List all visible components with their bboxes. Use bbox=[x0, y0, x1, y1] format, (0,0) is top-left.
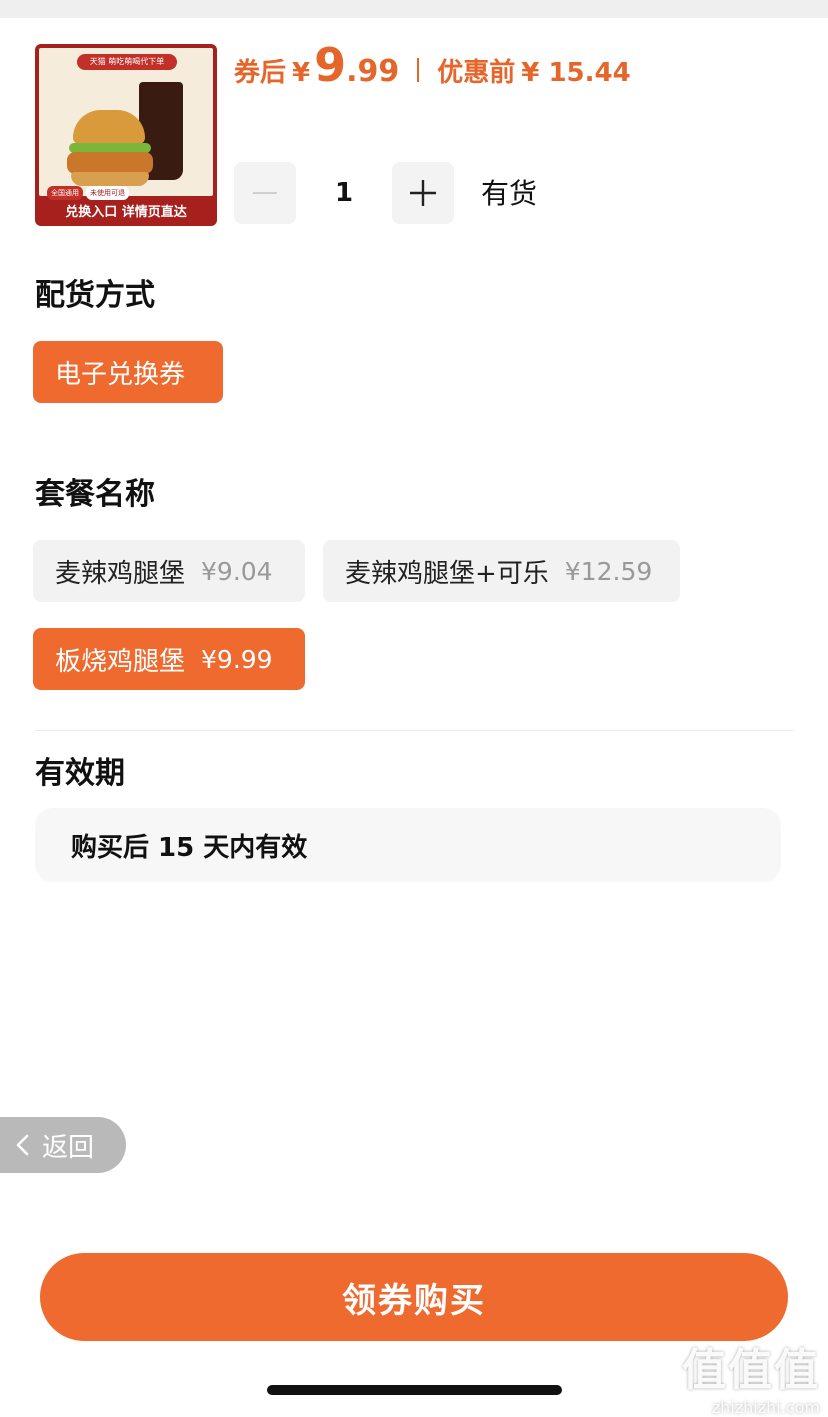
watermark: 值值值 zhizhizhi.com bbox=[670, 1334, 820, 1417]
price-integer: 9 bbox=[314, 38, 347, 92]
package-option-spicy-chicken-cola[interactable]: 麦辣鸡腿堡+可乐 ¥12.59 bbox=[323, 540, 680, 602]
quantity-stepper: 1 bbox=[234, 162, 454, 224]
watermark-url: zhizhizhi.com bbox=[711, 1398, 820, 1417]
burger-patty-graphic bbox=[67, 152, 153, 174]
image-banner: 天猫 萌吃萌喝代下单 bbox=[77, 54, 177, 70]
validity-title: 有效期 bbox=[35, 756, 125, 791]
validity-text: 购买后 15 天内有效 bbox=[71, 832, 308, 863]
stock-status: 有货 bbox=[481, 177, 538, 210]
package-option-grilled-chicken[interactable]: 板烧鸡腿堡 ¥9.99 bbox=[33, 628, 305, 690]
product-image[interactable]: 天猫 萌吃萌喝代下单 全国通用 未使用可退 兑换入口 详情页直达 bbox=[35, 44, 217, 226]
option-label: 麦辣鸡腿堡 bbox=[55, 558, 186, 589]
option-label: 板烧鸡腿堡 bbox=[55, 646, 186, 677]
package-option-spicy-chicken[interactable]: 麦辣鸡腿堡 ¥9.04 bbox=[33, 540, 305, 602]
price-separator bbox=[417, 58, 420, 82]
watermark-logo-text: 值值值 bbox=[682, 1345, 820, 1396]
product-image-artwork: 天猫 萌吃萌喝代下单 全国通用 未使用可退 bbox=[39, 48, 213, 200]
claim-and-buy-button[interactable]: 领券购买 bbox=[40, 1253, 788, 1341]
delivery-option-ecoupon[interactable]: 电子兑换券 bbox=[33, 341, 223, 403]
image-tag: 未使用可退 bbox=[86, 186, 129, 200]
original-price-label: 优惠前 bbox=[437, 58, 516, 88]
delivery-title: 配货方式 bbox=[35, 278, 155, 313]
top-strip bbox=[0, 0, 828, 18]
validity-box: 购买后 15 天内有效 bbox=[35, 808, 781, 882]
increase-button[interactable] bbox=[392, 162, 454, 224]
chevron-left-icon bbox=[16, 1134, 29, 1156]
decrease-button[interactable] bbox=[234, 162, 296, 224]
burger-bun-graphic bbox=[73, 110, 145, 144]
image-tags: 全国通用 未使用可退 bbox=[47, 186, 129, 200]
buy-button-label: 领券购买 bbox=[342, 1280, 486, 1321]
price-label: 券后 bbox=[234, 58, 287, 88]
image-tag: 全国通用 bbox=[47, 186, 83, 200]
back-label: 返回 bbox=[42, 1132, 95, 1163]
currency-symbol: ¥ bbox=[292, 58, 311, 88]
back-button[interactable]: 返回 bbox=[0, 1117, 126, 1173]
section-divider bbox=[35, 730, 793, 731]
minus-icon bbox=[253, 192, 277, 194]
price-line: 券后 ¥ 9 .99 优惠前 ¥ 15.44 bbox=[234, 38, 631, 102]
option-label: 麦辣鸡腿堡+可乐 bbox=[345, 558, 549, 589]
image-caption: 兑换入口 详情页直达 bbox=[65, 205, 187, 220]
home-indicator[interactable] bbox=[267, 1385, 562, 1395]
burger-bottom-graphic bbox=[71, 172, 149, 186]
original-price: ¥ 15.44 bbox=[521, 58, 631, 88]
quantity-value[interactable]: 1 bbox=[296, 178, 392, 208]
option-price: ¥9.04 bbox=[201, 556, 273, 586]
option-price: ¥9.99 bbox=[201, 644, 273, 674]
price-decimal: .99 bbox=[346, 54, 400, 89]
option-label: 电子兑换券 bbox=[55, 359, 186, 390]
plus-icon bbox=[410, 180, 436, 206]
option-price: ¥12.59 bbox=[564, 556, 653, 586]
package-title: 套餐名称 bbox=[35, 477, 155, 512]
